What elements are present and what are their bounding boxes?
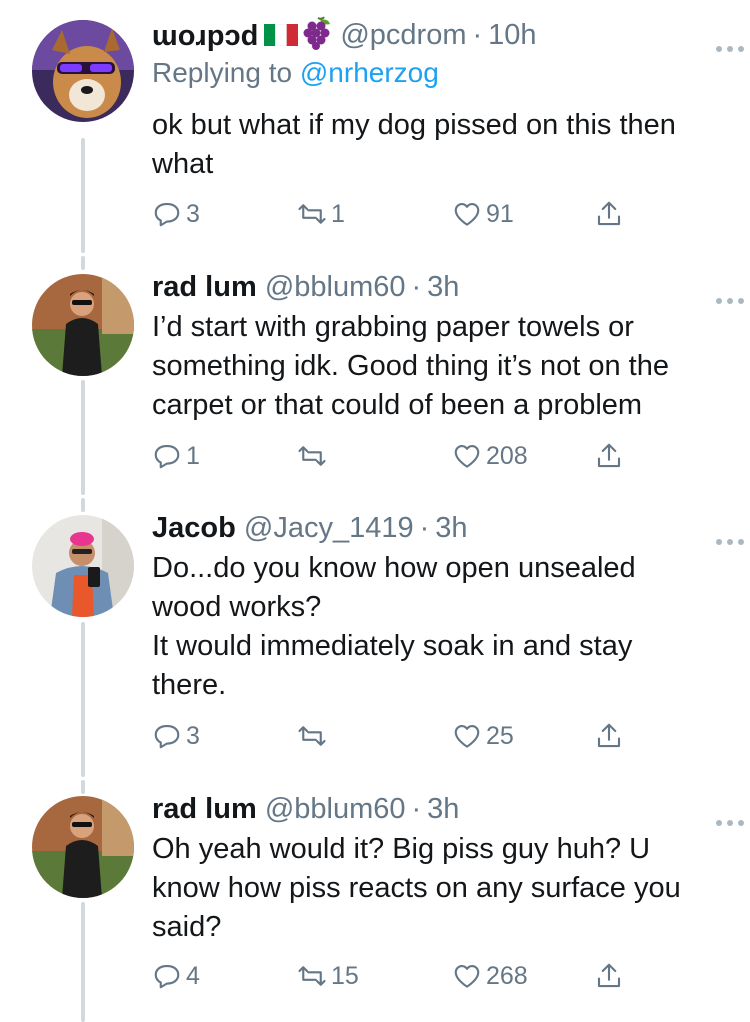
retweet-icon bbox=[298, 446, 326, 466]
reply-icon bbox=[154, 724, 180, 749]
timestamp[interactable]: 3h bbox=[435, 512, 467, 544]
heart-icon bbox=[454, 964, 480, 988]
share-button[interactable] bbox=[594, 196, 624, 232]
thread-line bbox=[81, 622, 85, 777]
more-options-icon[interactable] bbox=[716, 24, 750, 52]
display-name[interactable]: pcdrom bbox=[152, 20, 258, 58]
retweet-icon bbox=[298, 726, 326, 746]
separator-dot: · bbox=[472, 19, 483, 51]
thread-line bbox=[81, 256, 85, 270]
avatar[interactable] bbox=[32, 515, 134, 617]
thread-line bbox=[81, 498, 85, 512]
share-icon bbox=[597, 963, 621, 988]
share-button[interactable] bbox=[594, 958, 624, 994]
like-button[interactable]: 91 bbox=[452, 196, 514, 232]
action-bar: 3 25 bbox=[152, 718, 652, 754]
more-options-icon[interactable] bbox=[716, 276, 750, 304]
reply-button[interactable]: 3 bbox=[152, 196, 200, 232]
thread-line bbox=[81, 380, 85, 495]
separator-dot: · bbox=[411, 793, 422, 825]
tweet-header: Jacob @Jacy_1419 · 3h bbox=[152, 509, 744, 547]
timestamp[interactable]: 10h bbox=[488, 19, 536, 51]
reply-icon bbox=[154, 202, 180, 227]
reply-icon bbox=[154, 964, 180, 989]
avatar[interactable] bbox=[32, 796, 134, 898]
italy-flag-icon bbox=[264, 18, 299, 47]
thread-line bbox=[81, 780, 85, 794]
like-button[interactable]: 25 bbox=[452, 718, 514, 754]
thread-line bbox=[81, 138, 85, 253]
avatar[interactable] bbox=[32, 20, 134, 122]
action-bar: 3 1 91 bbox=[152, 196, 652, 232]
reply-icon bbox=[154, 444, 180, 469]
thread-line bbox=[81, 902, 85, 1022]
avatar[interactable] bbox=[32, 274, 134, 376]
like-button[interactable]: 268 bbox=[452, 958, 528, 994]
replying-to: Replying to @nrherzog bbox=[152, 54, 722, 92]
retweet-icon bbox=[298, 966, 326, 986]
retweet-button[interactable]: 1 bbox=[297, 196, 345, 232]
like-count: 25 bbox=[486, 721, 514, 750]
share-button[interactable] bbox=[594, 718, 624, 754]
retweet-count: 1 bbox=[331, 199, 345, 228]
tweet-header: rad lum @bblum60 · 3h bbox=[152, 268, 744, 306]
reply-thread: pcdrom @pcdrom · 10h Replying to @nrherzog … bbox=[0, 0, 750, 1022]
handle[interactable]: @bblum60 bbox=[265, 271, 406, 303]
share-icon bbox=[597, 443, 621, 468]
reply-count: 4 bbox=[186, 961, 200, 990]
share-icon bbox=[597, 723, 621, 748]
reply-button[interactable]: 3 bbox=[152, 718, 200, 754]
display-name[interactable]: rad lum bbox=[152, 793, 257, 825]
separator-dot: · bbox=[411, 271, 422, 303]
more-options-icon[interactable] bbox=[716, 798, 750, 826]
more-options-icon[interactable] bbox=[716, 517, 750, 545]
action-bar: 1 208 bbox=[152, 438, 652, 474]
retweet-icon bbox=[298, 204, 326, 224]
reply-button[interactable]: 4 bbox=[152, 958, 200, 994]
handle[interactable]: @bblum60 bbox=[265, 793, 406, 825]
like-count: 208 bbox=[486, 441, 528, 470]
action-bar: 4 15 268 bbox=[152, 958, 652, 994]
retweet-count: 15 bbox=[331, 961, 359, 990]
tweet-text: Oh yeah would it? Big piss guy huh? U kn… bbox=[152, 833, 681, 943]
handle[interactable]: @Jacy_1419 bbox=[244, 512, 414, 544]
tweet-text: Do...do you know how open unsealed wood … bbox=[152, 552, 636, 701]
like-button[interactable]: 208 bbox=[452, 438, 528, 474]
replying-to-mention[interactable]: @nrherzog bbox=[300, 57, 439, 88]
share-button[interactable] bbox=[594, 438, 624, 474]
retweet-button[interactable] bbox=[297, 438, 331, 474]
heart-icon bbox=[454, 444, 480, 468]
timestamp[interactable]: 3h bbox=[427, 793, 459, 825]
grapes-icon bbox=[302, 16, 334, 50]
like-count: 91 bbox=[486, 199, 514, 228]
tweet-text: ok but what if my dog pissed on this the… bbox=[152, 109, 676, 180]
reply-count: 3 bbox=[186, 199, 200, 228]
handle[interactable]: @pcdrom bbox=[340, 19, 466, 51]
retweet-button[interactable]: 15 bbox=[297, 958, 359, 994]
reply-button[interactable]: 1 bbox=[152, 438, 200, 474]
like-count: 268 bbox=[486, 961, 528, 990]
heart-icon bbox=[454, 202, 480, 226]
display-name[interactable]: Jacob bbox=[152, 512, 236, 544]
share-icon bbox=[597, 201, 621, 226]
tweet-header: rad lum @bblum60 · 3h bbox=[152, 790, 744, 828]
tweet-text: I’d start with grabbing paper towels or … bbox=[152, 311, 669, 421]
tweet-header: pcdrom @pcdrom · 10h bbox=[152, 16, 744, 55]
display-name[interactable]: rad lum bbox=[152, 271, 257, 303]
retweet-button[interactable] bbox=[297, 718, 331, 754]
heart-icon bbox=[454, 724, 480, 748]
timestamp[interactable]: 3h bbox=[427, 271, 459, 303]
replying-label: Replying to bbox=[152, 57, 293, 88]
reply-count: 1 bbox=[186, 441, 200, 470]
reply-count: 3 bbox=[186, 721, 200, 750]
separator-dot: · bbox=[419, 512, 430, 544]
